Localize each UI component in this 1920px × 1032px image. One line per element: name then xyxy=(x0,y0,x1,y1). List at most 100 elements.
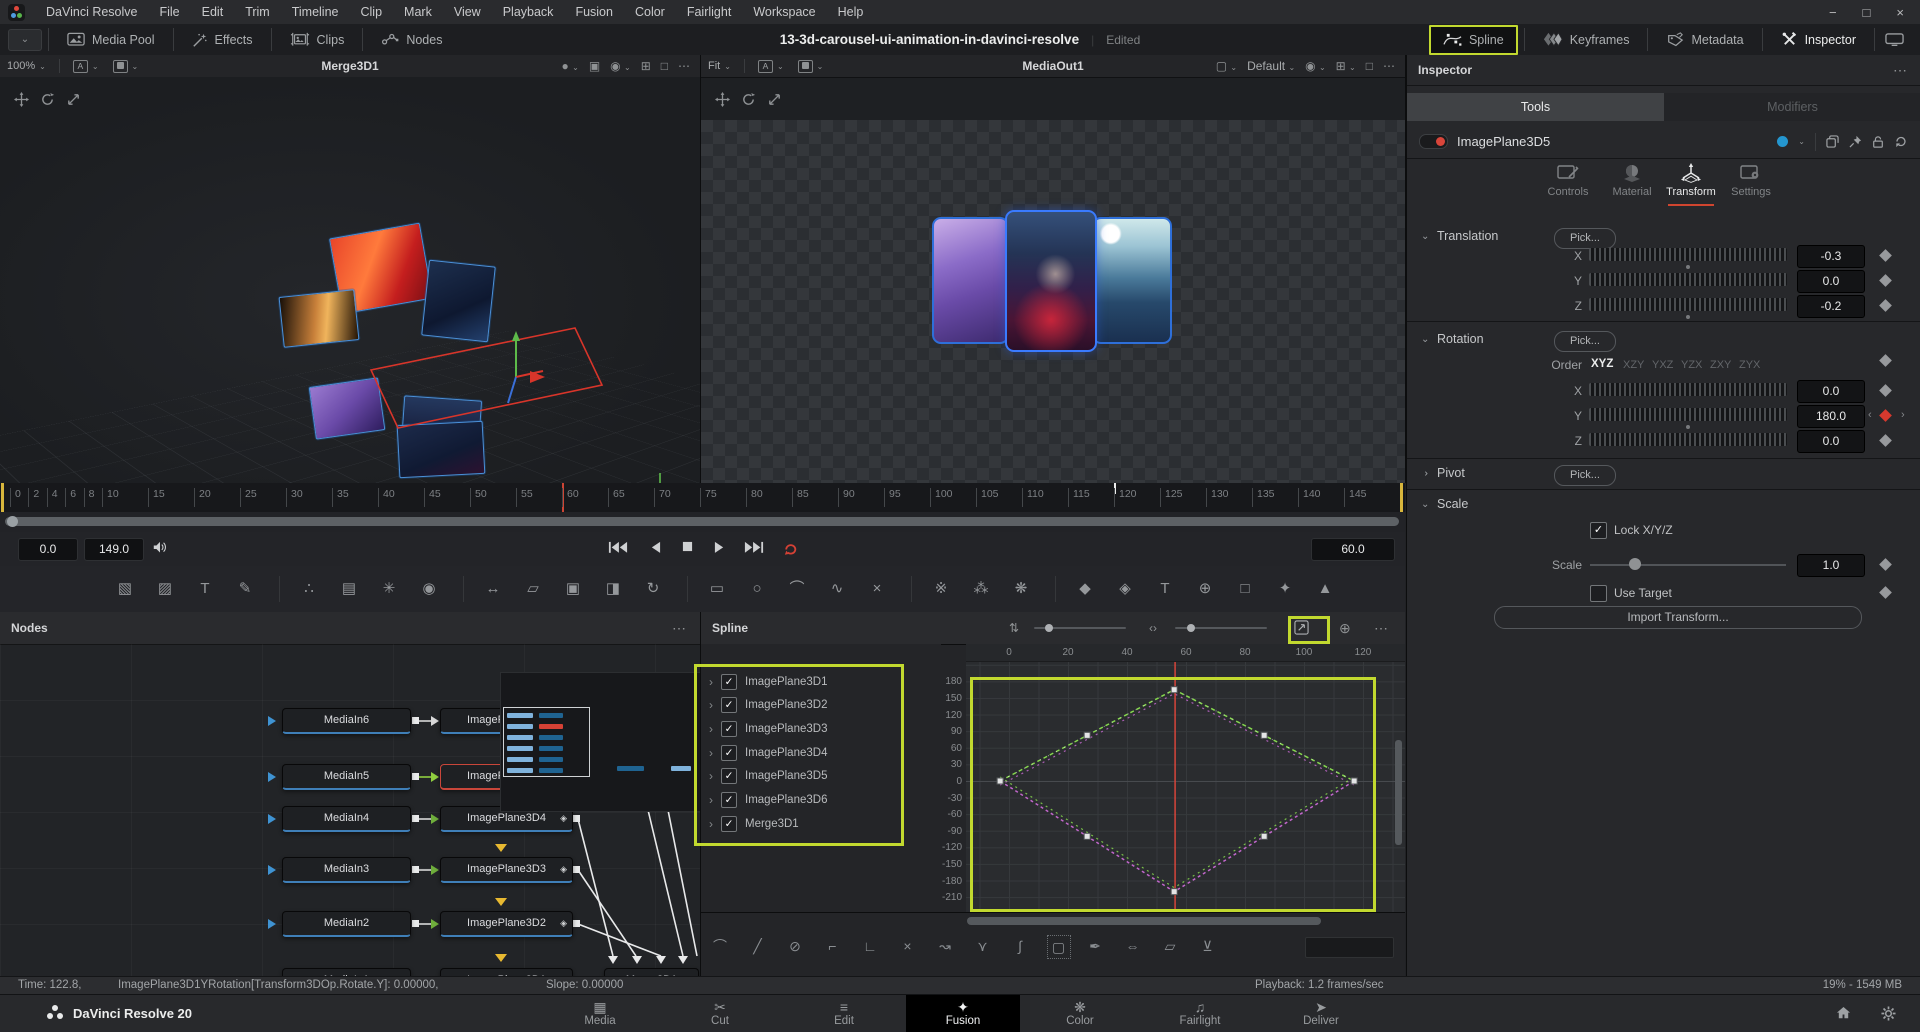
scale-icon[interactable] xyxy=(66,92,81,107)
translation-z-value[interactable]: -0.2 xyxy=(1797,295,1865,318)
visibility-checkbox[interactable]: ✓ xyxy=(721,720,737,737)
fit-select[interactable]: Fit ⌄ xyxy=(701,60,738,72)
horizontal-zoom-icon[interactable]: ‹› xyxy=(1149,621,1157,635)
rotation-x-value[interactable]: 0.0 xyxy=(1797,380,1865,403)
node-mediain1[interactable]: MediaIn1 xyxy=(282,968,411,976)
menu-edit[interactable]: Edit xyxy=(191,1,235,24)
spline-h-scrollbar[interactable] xyxy=(967,917,1321,925)
node-mediain2[interactable]: MediaIn2 xyxy=(282,911,411,937)
subtab-material[interactable]: Material xyxy=(1603,163,1661,198)
rotation-z-value[interactable]: 0.0 xyxy=(1797,430,1865,453)
spline-x-axis[interactable]: 0 20 40 60 80 100 120 xyxy=(966,644,1405,662)
zoom-fit-icon[interactable] xyxy=(1294,620,1309,635)
rotation-y-slider[interactable] xyxy=(1589,408,1787,421)
zoom-select[interactable]: 100% ⌄ xyxy=(0,60,53,72)
rotation-z-slider[interactable] xyxy=(1589,433,1787,446)
expand-chevron-icon[interactable]: › xyxy=(701,698,713,712)
move-icon[interactable] xyxy=(14,91,29,107)
visibility-checkbox[interactable]: ✓ xyxy=(721,815,737,832)
tool-image-plane-3d-icon[interactable]: ◆ xyxy=(1073,577,1097,601)
menu-fusion[interactable]: Fusion xyxy=(564,1,624,24)
visibility-checkbox[interactable]: ✓ xyxy=(721,744,737,761)
tool-background-icon[interactable]: ▧ xyxy=(113,577,137,601)
carousel-card-center[interactable] xyxy=(1005,210,1097,352)
spline-button[interactable]: Spline xyxy=(1428,24,1518,55)
loop-button[interactable] xyxy=(782,541,799,556)
node-enable-toggle[interactable] xyxy=(1419,134,1448,149)
translation-pick-button[interactable]: Pick... xyxy=(1554,228,1616,249)
import-transform-button[interactable]: Import Transform... xyxy=(1494,606,1862,629)
translation-y-value[interactable]: 0.0 xyxy=(1797,270,1865,293)
fill-select[interactable]: ⌄ xyxy=(106,59,146,73)
menu-trim[interactable]: Trim xyxy=(234,1,281,24)
tool-merge-icon[interactable]: ▱ xyxy=(521,577,545,601)
tool-text-3d-icon[interactable]: T xyxy=(1153,577,1177,601)
tool-particle-images-icon[interactable]: ⁂ xyxy=(969,577,993,601)
spline-list-item-imageplane3d1[interactable]: › ✓ ImagePlane3D1 xyxy=(701,671,941,692)
spline-value-field[interactable] xyxy=(1305,937,1394,958)
spline-list-item-imageplane3d5[interactable]: › ✓ ImagePlane3D5 xyxy=(701,766,941,787)
lut-select[interactable]: Default ⌄ xyxy=(1243,59,1299,73)
pin-icon[interactable] xyxy=(1849,135,1862,148)
rotation-z-keyframe-icon[interactable] xyxy=(1879,434,1892,447)
page-tab-cut[interactable]: ✂ Cut xyxy=(663,995,777,1032)
tool-ellipse-mask-icon[interactable]: ○ xyxy=(745,577,769,601)
transparency-checkerboard[interactable] xyxy=(701,120,1405,483)
scale-slider-knob[interactable] xyxy=(1629,558,1641,570)
node-merge3d1[interactable]: Merge3D1 xyxy=(604,968,699,976)
node-mediain3[interactable]: MediaIn3 xyxy=(282,857,411,883)
translation-collapse-icon[interactable]: ⌄ xyxy=(1421,231,1429,242)
spline-list-item-imageplane3d3[interactable]: › ✓ ImagePlane3D3 xyxy=(701,718,941,739)
expand-chevron-icon[interactable]: › xyxy=(701,722,713,736)
wheels-icon[interactable]: ◉ ⌄ xyxy=(606,59,635,73)
stop-button[interactable] xyxy=(682,541,693,552)
translation-x-slider[interactable] xyxy=(1589,248,1787,261)
compare-icon[interactable]: ▣ xyxy=(585,59,604,73)
node-mediain6[interactable]: MediaIn6 xyxy=(282,708,411,734)
scale-value[interactable]: 1.0 xyxy=(1797,554,1865,577)
tool-mask-paint-icon[interactable]: × xyxy=(865,577,889,601)
node-graph-canvas[interactable]: MediaIn6 MediaIn5 MediaIn4 MediaIn3 MediaIn2… xyxy=(0,644,700,976)
tool-soft-glow-icon[interactable]: ◉ xyxy=(417,577,441,601)
rotation-collapse-icon[interactable]: ⌄ xyxy=(1421,334,1429,345)
scale-icon[interactable] xyxy=(767,92,782,107)
carousel-card-right[interactable] xyxy=(1092,217,1172,344)
tool-renderer-3d-icon[interactable]: ▲ xyxy=(1313,577,1337,601)
3d-scene[interactable]: Perspective xyxy=(0,77,700,483)
metadata-button[interactable]: Metadata xyxy=(1654,24,1755,55)
tool-text-plus-icon[interactable]: T xyxy=(193,577,217,601)
visibility-checkbox[interactable]: ✓ xyxy=(721,768,737,785)
next-keyframe-icon[interactable]: › xyxy=(1901,409,1905,421)
expand-chevron-icon[interactable]: › xyxy=(701,817,713,831)
use-target-keyframe-icon[interactable] xyxy=(1879,586,1892,599)
menu-file[interactable]: File xyxy=(148,1,190,24)
panel-toggle-icon[interactable] xyxy=(1881,33,1908,46)
goto-end-button[interactable] xyxy=(744,541,764,554)
inspector-button[interactable]: Inspector xyxy=(1769,24,1868,55)
fill-select[interactable]: ⌄ xyxy=(791,59,831,73)
keyframes-button[interactable]: Keyframes xyxy=(1531,24,1642,55)
tool-transform-icon[interactable]: ↔ xyxy=(481,577,505,601)
order-zxy[interactable]: ZXY xyxy=(1710,359,1731,371)
wheels-icon[interactable]: ◉ ⌄ xyxy=(1301,59,1330,73)
spline-list-item-imageplane3d4[interactable]: › ✓ ImagePlane3D4 xyxy=(701,742,941,763)
page-tab-media[interactable]: ▦ Media xyxy=(543,995,657,1032)
spline-v-scrollbar[interactable] xyxy=(1395,740,1402,845)
menu-view[interactable]: View xyxy=(443,1,492,24)
settings-gear-icon[interactable] xyxy=(1881,1006,1896,1021)
spline-list-item-imageplane3d6[interactable]: › ✓ ImagePlane3D6 xyxy=(701,790,941,811)
tool-polygon-mask-icon[interactable]: ⌒ xyxy=(785,577,809,601)
node-color-dot[interactable] xyxy=(1777,136,1789,147)
tool-rectangle-mask-icon[interactable]: ▭ xyxy=(705,577,729,601)
tool-fast-noise-icon[interactable]: ▨ xyxy=(153,577,177,601)
node-mediain4[interactable]: MediaIn4 xyxy=(282,806,411,832)
order-xyz[interactable]: XYZ xyxy=(1591,358,1613,370)
spline-list-item-merge3d1[interactable]: › ✓ Merge3D1 xyxy=(701,813,941,834)
scrollbar-knob[interactable] xyxy=(7,516,18,527)
rotation-order-keyframe-icon[interactable] xyxy=(1879,354,1892,367)
translation-y-slider[interactable] xyxy=(1589,273,1787,286)
inspector-menu-icon[interactable]: ⋯ xyxy=(1893,62,1920,79)
menu-workspace[interactable]: Workspace xyxy=(742,1,826,24)
viewer-menu-icon[interactable]: ⋯ xyxy=(674,59,694,73)
spline-graph[interactable]: 0 20 40 60 80 100 120 xyxy=(966,644,1405,912)
